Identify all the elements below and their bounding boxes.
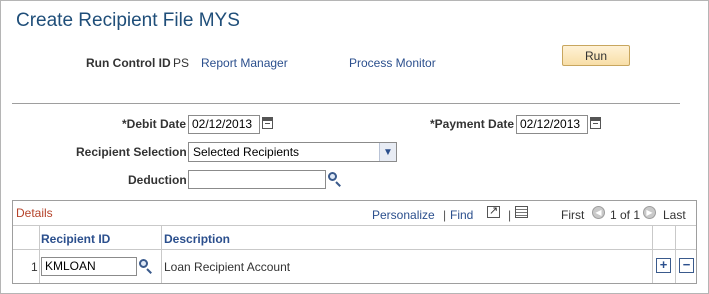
chevron-down-icon[interactable]: ▼: [379, 143, 396, 161]
row-number: 1: [31, 260, 38, 274]
debit-date-label: *Debit Date: [122, 117, 187, 131]
column-header-description[interactable]: Description: [164, 232, 230, 246]
details-grid: Details Personalize | Find | First ◀ 1 o…: [12, 200, 697, 284]
payment-date-label: *Payment Date: [430, 117, 515, 131]
first-label: First: [561, 208, 585, 222]
debit-date-field[interactable]: 02/12/2013: [188, 115, 260, 134]
grid-header: Details Personalize | Find | First ◀ 1 o…: [13, 201, 696, 226]
separator: |: [508, 208, 512, 222]
calendar-icon[interactable]: [262, 117, 273, 129]
recipient-selection-dropdown[interactable]: Selected Recipients ▼: [188, 142, 397, 162]
grid-title: Details: [16, 206, 53, 220]
page-title: Create Recipient File MYS: [16, 10, 240, 31]
column-divider: [39, 226, 40, 283]
divider: [12, 103, 680, 104]
column-divider: [675, 226, 676, 283]
recipient-id-field[interactable]: KMLOAN: [41, 257, 137, 276]
deduction-label: Deduction: [128, 173, 187, 187]
recipient-selection-value: Selected Recipients: [193, 145, 300, 159]
process-monitor-link[interactable]: Process Monitor: [349, 56, 436, 70]
delete-row-button[interactable]: −: [679, 258, 694, 273]
page-info: 1 of 1: [610, 208, 641, 222]
last-label: Last: [663, 208, 686, 222]
payment-date-field[interactable]: 02/12/2013: [516, 115, 588, 134]
run-control-value: PS: [173, 56, 190, 70]
report-manager-link[interactable]: Report Manager: [201, 56, 288, 70]
personalize-link[interactable]: Personalize: [372, 208, 435, 222]
magnifier-icon[interactable]: [328, 172, 342, 187]
previous-arrow-icon[interactable]: ◀: [592, 206, 605, 219]
recipient-selection-label: Recipient Selection: [76, 145, 187, 159]
deduction-field[interactable]: [188, 170, 326, 189]
calendar-icon[interactable]: [590, 117, 601, 129]
run-button[interactable]: Run: [562, 45, 630, 66]
add-row-button[interactable]: +: [656, 258, 671, 273]
column-divider: [161, 226, 162, 283]
row-description: Loan Recipient Account: [164, 260, 291, 274]
column-header-recipient-id[interactable]: Recipient ID: [41, 232, 110, 246]
run-control-label: Run Control ID: [86, 56, 171, 70]
column-divider: [652, 226, 653, 283]
download-excel-icon[interactable]: [515, 206, 528, 218]
magnifier-icon[interactable]: [139, 259, 153, 274]
next-arrow-icon[interactable]: ▶: [643, 206, 656, 219]
separator: |: [443, 208, 447, 222]
column-header-row: Recipient ID Description: [13, 226, 696, 250]
find-link[interactable]: Find: [450, 208, 473, 222]
view-all-icon[interactable]: [487, 204, 500, 218]
